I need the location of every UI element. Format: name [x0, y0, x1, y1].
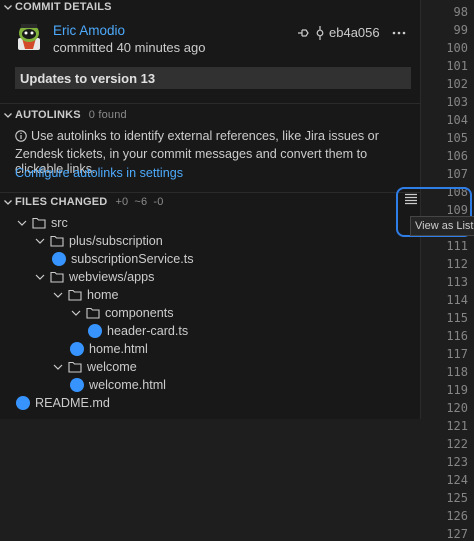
- chevron-down-icon: [1, 110, 15, 120]
- modified-file-icon: [70, 378, 84, 392]
- tree-folder-webviews-apps[interactable]: webviews/apps: [34, 268, 154, 286]
- chevron-down-icon: [35, 238, 45, 244]
- line-number: 107: [446, 167, 468, 181]
- line-number: 114: [446, 293, 468, 307]
- autolinks-header[interactable]: AUTOLINKS 0 found: [0, 104, 420, 126]
- tree-item-label: welcome.html: [89, 378, 166, 392]
- author-name[interactable]: Eric Amodio: [53, 23, 125, 38]
- commit-time: committed 40 minutes ago: [53, 40, 206, 55]
- line-number: 124: [446, 473, 468, 487]
- line-number: 113: [446, 275, 468, 289]
- deleted-count: -0: [153, 196, 164, 208]
- tree-item-label: README.md: [35, 396, 110, 410]
- more-actions-icon[interactable]: [392, 31, 406, 35]
- line-number: 119: [446, 383, 468, 397]
- line-number: 103: [446, 95, 468, 109]
- tree-item-label: webviews/apps: [69, 270, 155, 284]
- configure-autolinks-link[interactable]: Configure autolinks in settings: [15, 166, 183, 180]
- modified-file-icon: [70, 342, 84, 356]
- tree-item-label: components: [105, 306, 174, 320]
- pin-icon[interactable]: [296, 26, 310, 40]
- modified-file-icon: [16, 396, 30, 410]
- line-number: 127: [446, 527, 468, 541]
- folder-icon: [68, 361, 82, 373]
- folder-icon: [32, 217, 46, 229]
- tree-item-label: plus/subscription: [69, 234, 163, 248]
- chevron-down-icon: [35, 274, 45, 280]
- line-number: 115: [446, 311, 468, 325]
- tree-item-label: src: [51, 216, 68, 230]
- line-number: 121: [446, 419, 468, 433]
- commit-actions: eb4a056: [296, 25, 406, 40]
- modified-file-icon: [52, 252, 66, 266]
- git-commit-icon: [315, 25, 325, 40]
- line-number: 101: [446, 59, 468, 73]
- modified-count: ~6: [134, 196, 148, 208]
- tree-folder-plus-subscription[interactable]: plus/subscription: [34, 232, 163, 250]
- line-number: 126: [446, 509, 468, 523]
- tree-folder-home[interactable]: home: [52, 286, 119, 304]
- tree-folder-src[interactable]: src: [16, 214, 68, 232]
- commit-sha[interactable]: eb4a056: [329, 25, 380, 40]
- files-changed-header[interactable]: FILES CHANGED +0 ~6 -0: [0, 191, 420, 213]
- tree-file-header-card[interactable]: header-card.ts: [88, 322, 188, 340]
- info-icon: [15, 130, 27, 147]
- chevron-down-icon: [17, 220, 27, 226]
- line-number: 125: [446, 491, 468, 505]
- chevron-down-icon: [53, 364, 63, 370]
- line-number: 120: [446, 401, 468, 415]
- chevron-down-icon: [71, 310, 81, 316]
- tree-file-home-html[interactable]: home.html: [70, 340, 148, 358]
- line-number: 102: [446, 77, 468, 91]
- tree-item-label: subscriptionService.ts: [71, 252, 194, 266]
- line-number: 104: [446, 113, 468, 127]
- line-number: 122: [446, 437, 468, 451]
- tree-folder-components[interactable]: components: [70, 304, 174, 322]
- tree-item-label: header-card.ts: [107, 324, 189, 338]
- tree-folder-welcome[interactable]: welcome: [52, 358, 137, 376]
- added-count: +0: [115, 196, 129, 208]
- line-number: 116: [446, 329, 468, 343]
- folder-icon: [50, 235, 64, 247]
- line-number: 111: [446, 239, 468, 253]
- line-number: 112: [446, 257, 468, 271]
- line-number: 98: [453, 5, 468, 19]
- line-number: 123: [446, 455, 468, 469]
- tree-file-subscriptionService[interactable]: subscriptionService.ts: [52, 250, 194, 268]
- avatar: [16, 22, 42, 52]
- list-view-icon[interactable]: [404, 193, 418, 208]
- line-number: 106: [446, 149, 468, 163]
- modified-file-icon: [88, 324, 102, 338]
- commit-details-header[interactable]: COMMIT DETAILS: [0, 0, 420, 18]
- line-number: 100: [446, 41, 468, 55]
- autolinks-count: 0 found: [88, 109, 127, 121]
- tree-item-label: home: [87, 288, 119, 302]
- commit-details-panel: COMMIT DETAILS Eric Amodio committed 40 …: [0, 0, 420, 419]
- line-number: 117: [446, 347, 468, 361]
- folder-icon: [68, 289, 82, 301]
- tree-file-welcome-html[interactable]: welcome.html: [70, 376, 166, 394]
- tree-file-readme[interactable]: README.md: [16, 394, 110, 412]
- tree-item-label: home.html: [89, 342, 148, 356]
- tree-item-label: welcome: [87, 360, 137, 374]
- commit-details-title: COMMIT DETAILS: [15, 1, 112, 13]
- chevron-down-icon: [53, 292, 63, 298]
- folder-icon: [86, 307, 100, 319]
- line-number: 118: [446, 365, 468, 379]
- files-changed-title: FILES CHANGED: [15, 196, 108, 208]
- autolinks-title: AUTOLINKS: [15, 109, 81, 121]
- view-as-list-tooltip: View as List: [410, 216, 474, 236]
- line-number: 105: [446, 131, 468, 145]
- folder-icon: [50, 271, 64, 283]
- line-number: 99: [453, 23, 468, 37]
- chevron-down-icon: [1, 197, 15, 207]
- commit-message: Updates to version 13: [15, 67, 411, 89]
- chevron-down-icon: [1, 2, 15, 12]
